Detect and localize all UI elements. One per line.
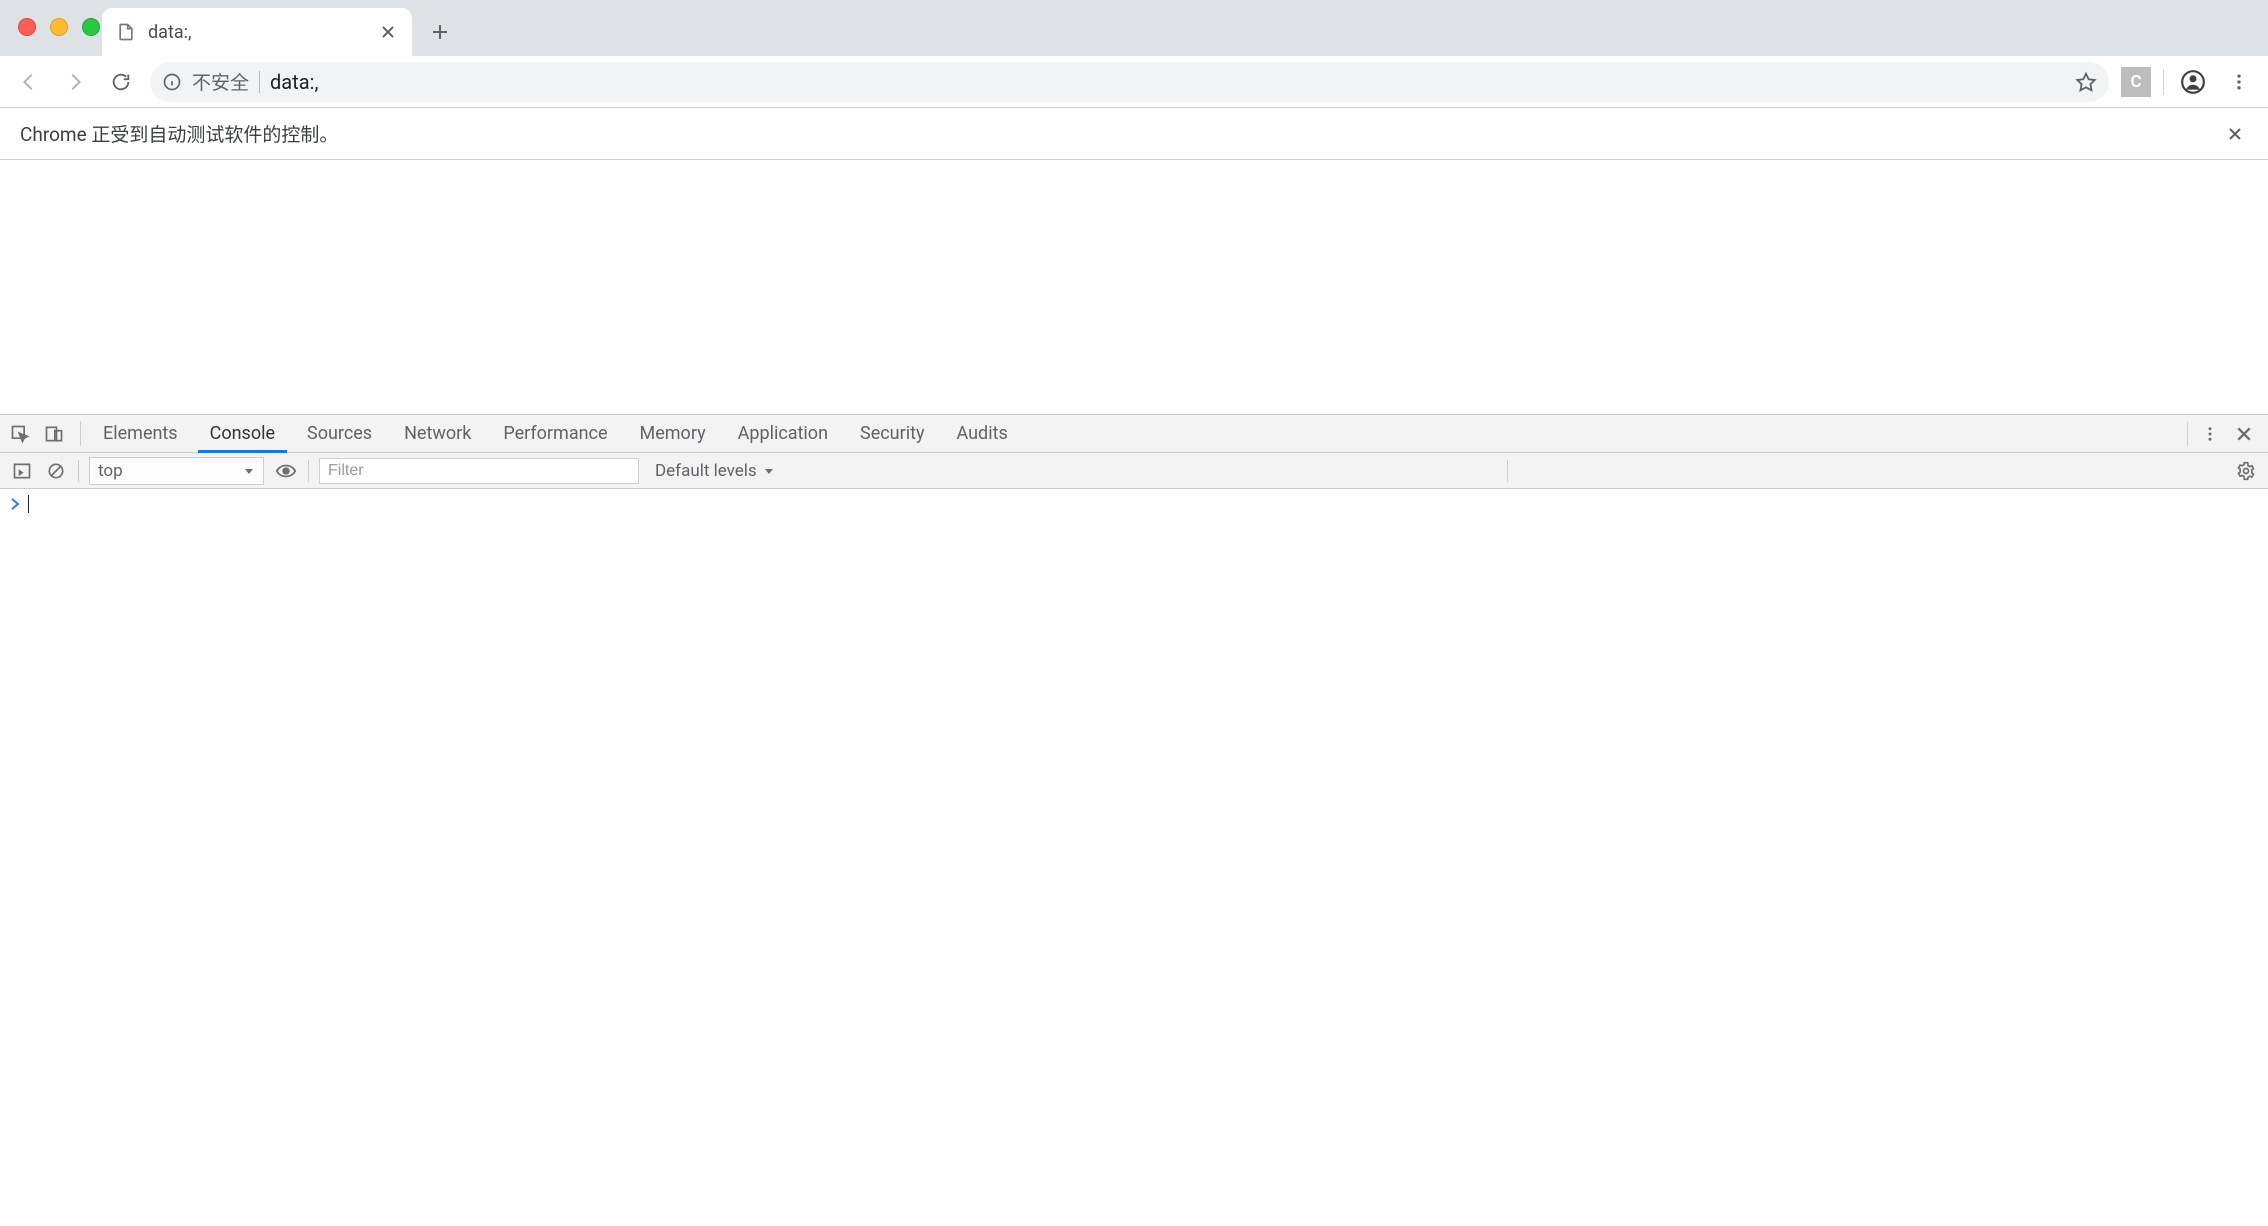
inspect-element-icon[interactable] — [8, 422, 32, 446]
devtools-panel: Elements Console Sources Network Perform… — [0, 414, 2268, 1226]
automation-infobar: Chrome 正受到自动测试软件的控制。 — [0, 108, 2268, 160]
console-separator-2 — [308, 460, 309, 482]
page-viewport — [0, 160, 2268, 414]
security-status-label: 不安全 — [192, 68, 249, 95]
site-info-icon[interactable] — [162, 72, 182, 92]
console-separator-3 — [1507, 460, 1508, 482]
tab-label: Performance — [503, 423, 607, 444]
context-select-value: top — [98, 461, 123, 481]
console-filter-input[interactable] — [319, 458, 639, 484]
window-controls — [18, 18, 100, 36]
reload-button[interactable] — [104, 65, 138, 99]
devtools-tab-security[interactable]: Security — [844, 415, 940, 452]
devtools-tab-application[interactable]: Application — [722, 415, 844, 452]
console-cursor — [28, 495, 29, 513]
device-toolbar-icon[interactable] — [42, 422, 66, 446]
tab-close-button[interactable] — [378, 22, 398, 42]
bookmark-star-icon[interactable] — [2075, 71, 2097, 93]
tab-label: Network — [404, 423, 471, 444]
console-settings-icon[interactable] — [2234, 459, 2258, 483]
tab-label: Sources — [307, 423, 372, 444]
browser-toolbar: 不安全 data:, C — [0, 56, 2268, 108]
devtools-tab-network[interactable]: Network — [388, 415, 487, 452]
devtools-right-separator — [2187, 422, 2188, 446]
console-prompt-line[interactable] — [0, 489, 2268, 519]
infobar-message: Chrome 正受到自动测试软件的控制。 — [20, 120, 2222, 147]
window-maximize-button[interactable] — [82, 18, 100, 36]
devtools-close-icon[interactable] — [2232, 422, 2256, 446]
levels-label: Default levels — [655, 461, 757, 481]
profile-avatar-icon[interactable] — [2176, 65, 2210, 99]
console-separator-1 — [78, 460, 79, 482]
chevron-down-icon — [763, 465, 775, 477]
address-bar[interactable]: 不安全 data:, — [150, 62, 2109, 102]
devtools-tabbar: Elements Console Sources Network Perform… — [0, 415, 2268, 453]
chrome-menu-icon[interactable] — [2222, 65, 2256, 99]
toolbar-separator — [2163, 69, 2164, 95]
tab-label: Security — [860, 423, 924, 444]
execution-context-select[interactable]: top — [89, 457, 264, 485]
infobar-close-button[interactable] — [2222, 121, 2248, 147]
omnibox-separator — [259, 71, 260, 93]
window-minimize-button[interactable] — [50, 18, 68, 36]
forward-button[interactable] — [58, 65, 92, 99]
tab-label: Console — [210, 423, 275, 444]
tab-label: Memory — [640, 423, 706, 444]
window-close-button[interactable] — [18, 18, 36, 36]
live-expression-icon[interactable] — [274, 459, 298, 483]
back-button[interactable] — [12, 65, 46, 99]
devtools-tab-audits[interactable]: Audits — [940, 415, 1023, 452]
extension-badge[interactable]: C — [2121, 67, 2151, 97]
log-levels-select[interactable]: Default levels — [649, 461, 781, 481]
console-toolbar: top Default levels — [0, 453, 2268, 489]
tab-label: Application — [738, 423, 828, 444]
tab-strip: data:, — [0, 0, 2268, 56]
tab-label: Audits — [956, 423, 1007, 444]
devtools-menu-icon[interactable] — [2198, 422, 2222, 446]
new-tab-button[interactable] — [420, 12, 460, 52]
chevron-down-icon — [243, 465, 255, 477]
console-prompt-caret-icon — [10, 498, 20, 510]
browser-tab[interactable]: data:, — [102, 8, 412, 56]
console-sidebar-toggle-icon[interactable] — [10, 459, 34, 483]
devtools-tab-performance[interactable]: Performance — [487, 415, 623, 452]
clear-console-icon[interactable] — [44, 459, 68, 483]
url-text: data:, — [270, 70, 2065, 94]
file-icon — [116, 22, 136, 42]
devtools-tab-separator — [80, 421, 81, 446]
tab-title: data:, — [148, 22, 366, 43]
console-output[interactable] — [0, 489, 2268, 1226]
tab-label: Elements — [103, 423, 178, 444]
devtools-tab-console[interactable]: Console — [194, 415, 291, 452]
devtools-tab-elements[interactable]: Elements — [87, 415, 194, 452]
devtools-tab-sources[interactable]: Sources — [291, 415, 388, 452]
devtools-tab-memory[interactable]: Memory — [624, 415, 722, 452]
